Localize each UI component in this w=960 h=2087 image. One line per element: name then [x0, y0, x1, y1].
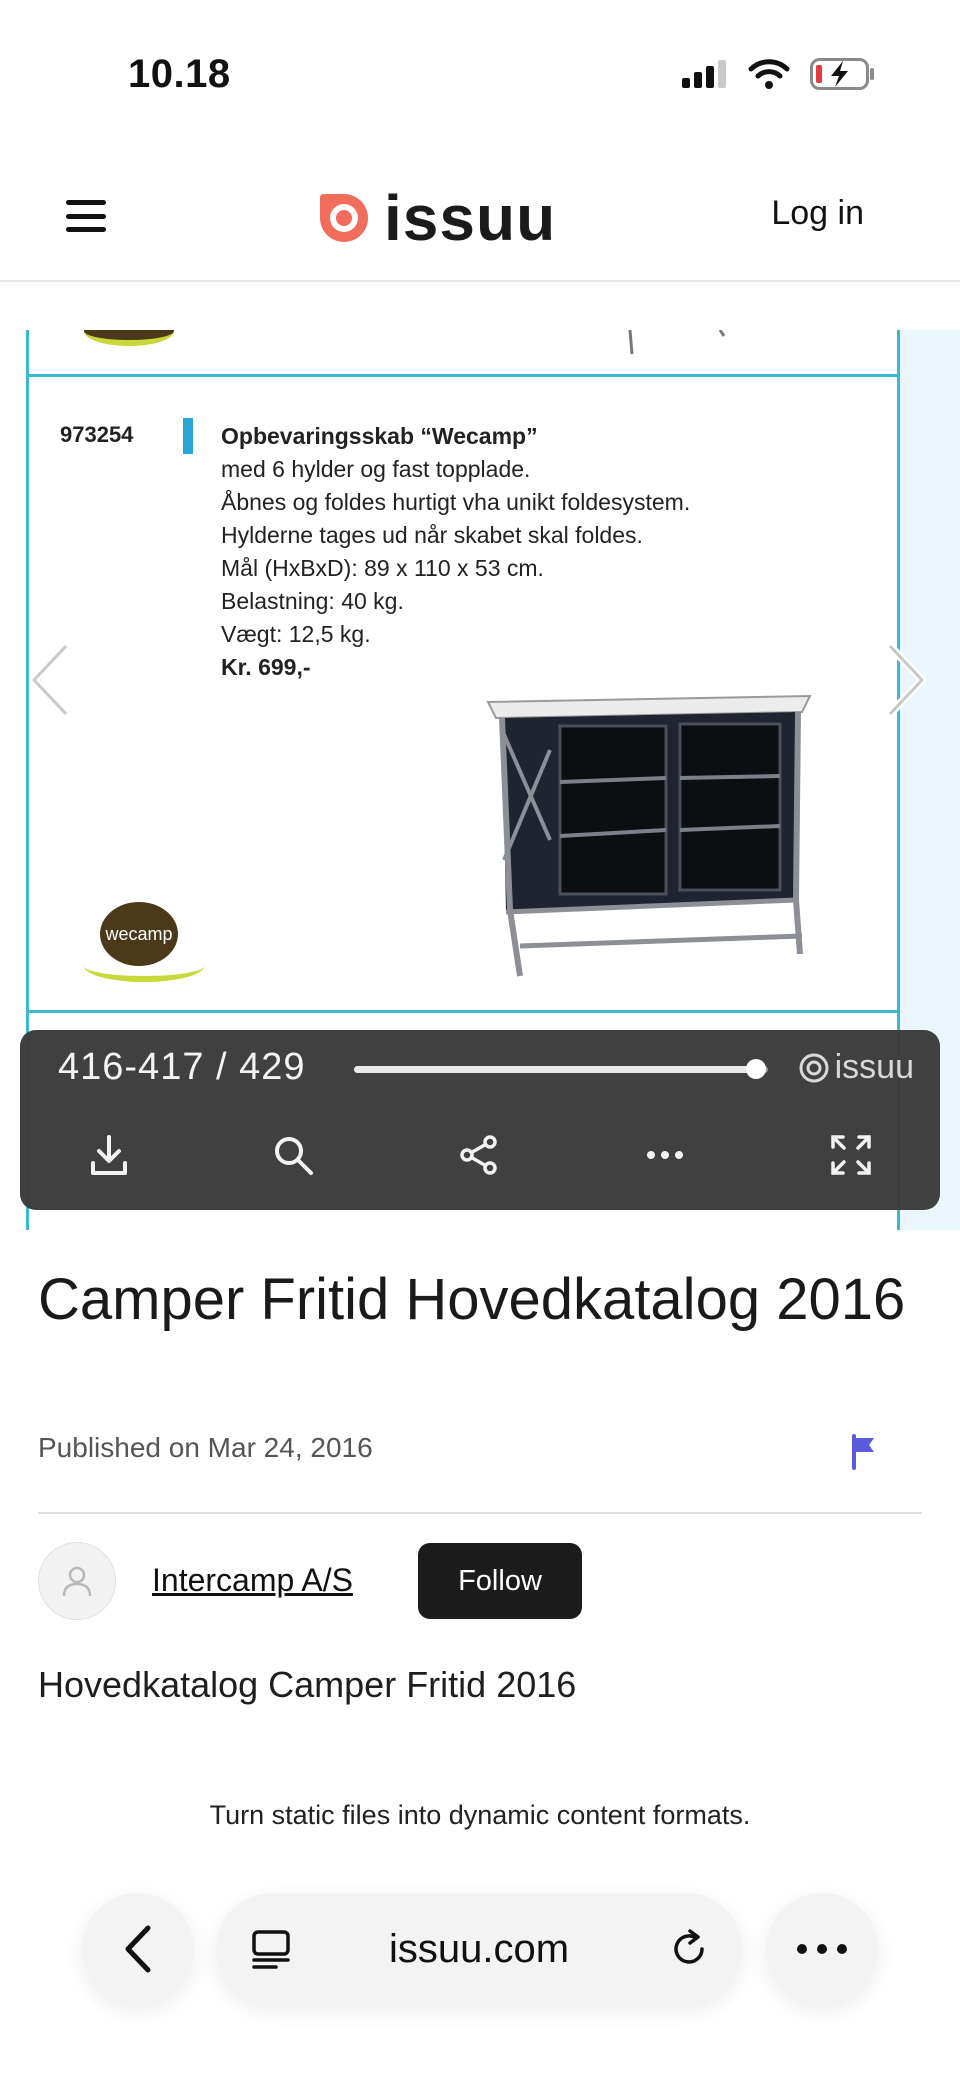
- download-icon[interactable]: [82, 1128, 136, 1182]
- logo-fragment: [84, 330, 174, 346]
- more-icon: [797, 1944, 847, 1954]
- section-divider-bottom: [26, 1010, 900, 1013]
- status-time: 10.18: [128, 52, 231, 96]
- toolbar-brand: issuu: [799, 1048, 914, 1087]
- product-line: med 6 hylder og fast topplade.: [221, 456, 531, 482]
- fullscreen-icon[interactable]: [824, 1128, 878, 1182]
- page-indicator: 416-417 / 429: [58, 1046, 306, 1088]
- publisher-link[interactable]: Intercamp A/S: [152, 1562, 353, 1599]
- publication-title: Camper Fritid Hovedkatalog 2016: [38, 1267, 906, 1332]
- storage-cabinet-image: [486, 694, 812, 977]
- item-number: 973254: [60, 422, 134, 447]
- search-icon[interactable]: [266, 1128, 320, 1182]
- cellular-signal-icon: [682, 60, 726, 88]
- color-marker: [183, 418, 193, 454]
- product-title: Opbevaringsskab “Wecamp”: [221, 423, 538, 449]
- page-slider-fill: [354, 1066, 756, 1073]
- section-divider: [38, 1512, 922, 1514]
- published-date: Published on Mar 24, 2016: [38, 1432, 373, 1463]
- product-price: Kr. 699,-: [221, 654, 311, 680]
- product-description: Opbevaringsskab “Wecamp” med 6 hylder og…: [221, 420, 690, 684]
- browser-more-button[interactable]: [766, 1893, 878, 2005]
- viewer-toolbar: 416-417 / 429 issuu: [20, 1030, 940, 1210]
- issuu-mark-icon: [799, 1053, 829, 1082]
- product-line: Belastning: 40 kg.: [221, 588, 404, 614]
- follow-button[interactable]: Follow: [418, 1543, 582, 1619]
- page-slider-thumb[interactable]: [745, 1059, 766, 1079]
- reader-icon[interactable]: [250, 1929, 292, 1971]
- page-slider[interactable]: [354, 1059, 768, 1079]
- more-icon[interactable]: [638, 1128, 692, 1182]
- product-line: Vægt: 12,5 kg.: [221, 621, 371, 647]
- section-divider-top: [26, 374, 900, 377]
- previous-page-icon[interactable]: [28, 640, 72, 720]
- product-line: Hylderne tages ud når skabet skal foldes…: [221, 522, 643, 548]
- promo-text: Turn static files into dynamic content f…: [209, 1800, 751, 1830]
- address-bar[interactable]: issuu.com: [216, 1893, 742, 2005]
- product-line: Mål (HxBxD): 89 x 110 x 53 cm.: [221, 555, 544, 581]
- user-icon: [62, 1566, 92, 1597]
- next-page-icon[interactable]: [884, 640, 928, 720]
- share-icon[interactable]: [452, 1128, 506, 1182]
- login-link[interactable]: Log in: [771, 194, 864, 233]
- product-line: Åbnes og foldes hurtigt vha unikt foldes…: [221, 489, 691, 515]
- url-text: issuu.com: [388, 1926, 570, 1971]
- wifi-icon: [748, 59, 790, 89]
- issuu-logo[interactable]: issuu: [316, 186, 556, 250]
- chevron-left-icon: [125, 1925, 151, 1973]
- issuu-mark-icon: [320, 194, 368, 242]
- product-fragment-image: [628, 330, 726, 355]
- brand-name: issuu: [384, 182, 557, 254]
- menu-icon[interactable]: [66, 200, 106, 232]
- reload-icon[interactable]: [668, 1927, 712, 1971]
- wecamp-logo-swoosh: [84, 950, 204, 982]
- report-flag-icon[interactable]: [850, 1434, 878, 1470]
- back-button[interactable]: [82, 1893, 194, 2005]
- status-icons: [682, 58, 876, 90]
- battery-charging-icon: [810, 58, 874, 90]
- publication-description: Hovedkatalog Camper Fritid 2016: [38, 1664, 577, 1705]
- toolbar-brand-name: issuu: [834, 1048, 914, 1086]
- avatar[interactable]: [38, 1542, 116, 1620]
- header-divider: [0, 280, 960, 282]
